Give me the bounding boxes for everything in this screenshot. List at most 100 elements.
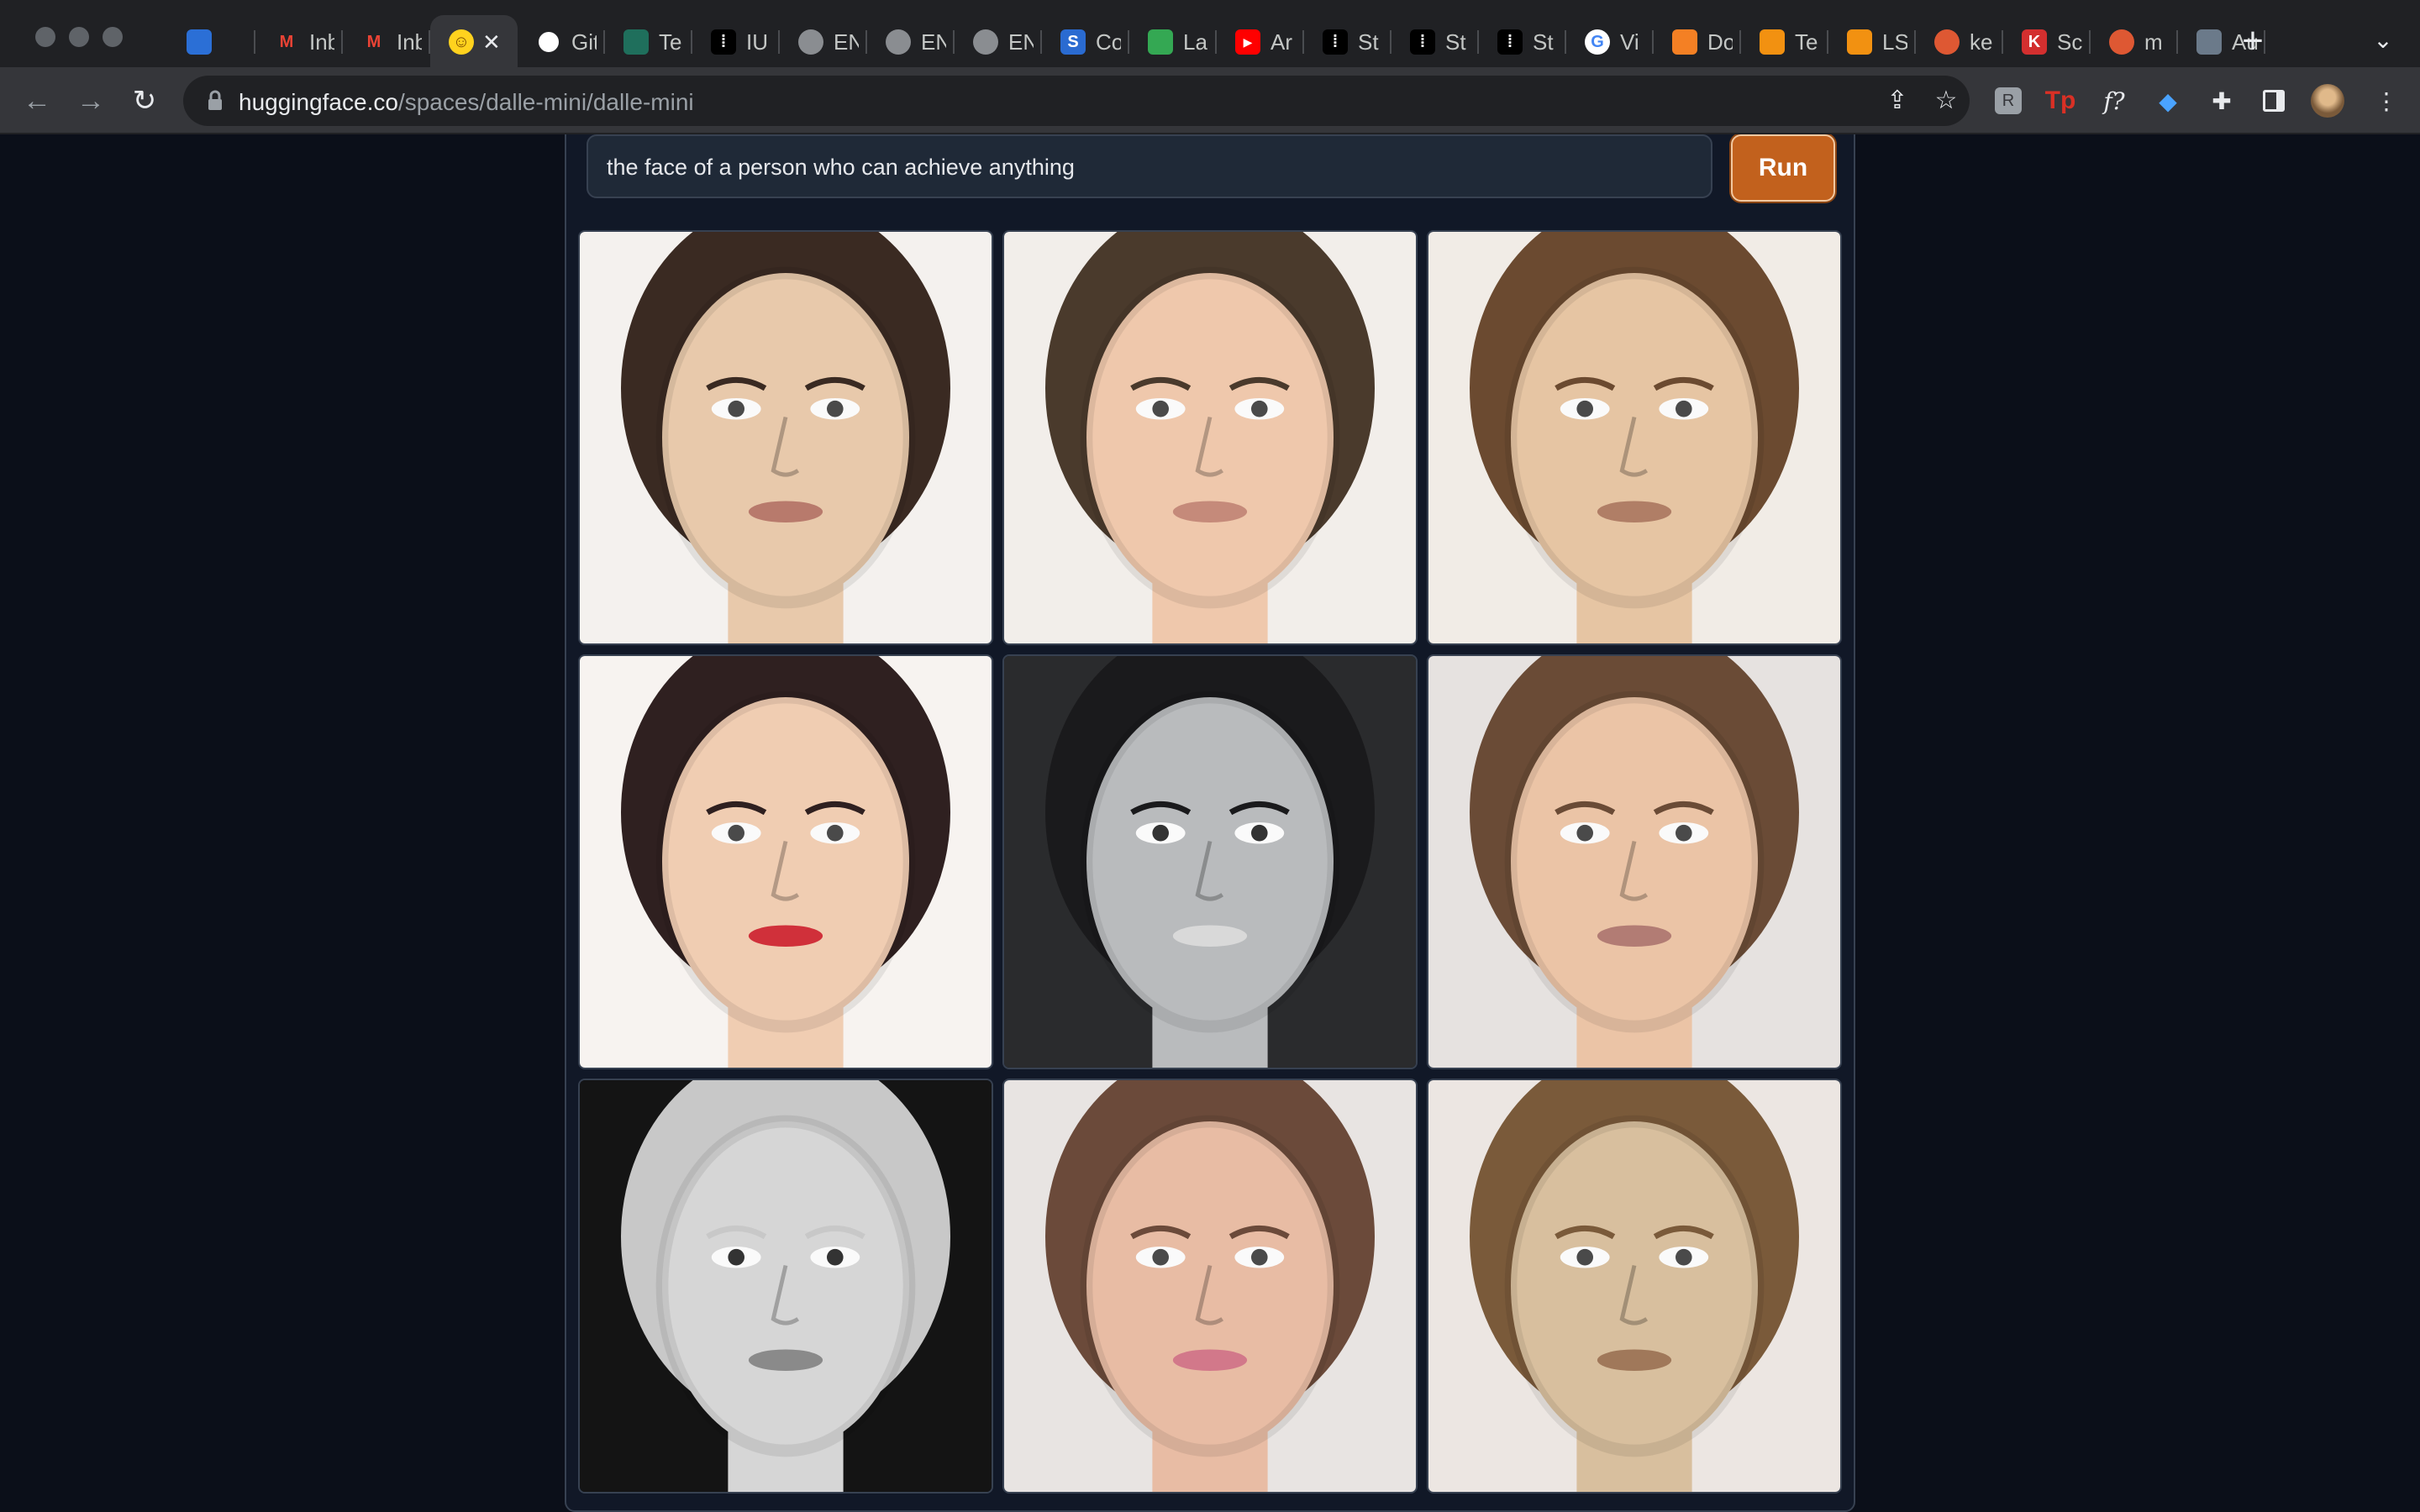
generated-image-9[interactable] — [1427, 1079, 1842, 1494]
window-close-button[interactable] — [35, 27, 55, 47]
browser-tab[interactable]: ⁞ St — [1479, 15, 1566, 69]
orange-book-icon — [1847, 29, 1872, 55]
face-portrait-image — [1428, 1080, 1840, 1492]
lock-icon[interactable] — [203, 89, 227, 113]
extension-r-icon[interactable]: R — [1991, 84, 2025, 118]
browser-tab[interactable]: m — [2091, 15, 2178, 69]
face-portrait-image — [1004, 656, 1416, 1068]
browser-tab[interactable]: S Co — [1042, 15, 1129, 69]
prompt-input[interactable]: the face of a person who can achieve any… — [587, 134, 1712, 198]
extensions-puzzle-icon[interactable]: ✚ — [2205, 84, 2238, 118]
browser-tab[interactable]: ☺ ✕ — [430, 15, 518, 69]
face-portrait-image — [580, 656, 992, 1068]
tab-title: LS — [1882, 29, 1907, 55]
tab-title: St — [1358, 29, 1379, 55]
back-arrow-icon[interactable]: ← — [17, 81, 57, 121]
teal-leaf-icon — [623, 29, 649, 55]
globe-icon — [973, 29, 998, 55]
browser-tab[interactable]: Te — [605, 15, 692, 69]
browser-tab[interactable]: Do — [1654, 15, 1741, 69]
black-dots-icon: ⁞ — [711, 29, 736, 55]
face-portrait-image — [580, 1080, 992, 1492]
tab-title: EN — [1008, 29, 1034, 55]
black-dots-icon: ⁞ — [1410, 29, 1435, 55]
browser-tab[interactable]: LS — [1828, 15, 1916, 69]
black-dots-icon: ⁞ — [1323, 29, 1348, 55]
tab-search-chevron-icon[interactable]: ⌄ — [2366, 24, 2400, 57]
browser-tab[interactable]: ⁞ St — [1392, 15, 1479, 69]
globe-icon — [798, 29, 823, 55]
tab-title: IU — [746, 29, 768, 55]
face-portrait-image — [1004, 1080, 1416, 1492]
tab-title: EN — [921, 29, 946, 55]
browser-tab[interactable]: ⁞ IU — [692, 15, 780, 69]
sapphire-gem-icon — [187, 29, 212, 55]
window-zoom-button[interactable] — [103, 27, 123, 47]
browser-menu-icon[interactable]: ⋮ — [2370, 84, 2403, 118]
tab-title: Inbox — [309, 29, 334, 55]
black-dots-icon: ⁞ — [1497, 29, 1523, 55]
face-portrait-image — [1004, 232, 1416, 643]
tab-title: Co — [1096, 29, 1121, 55]
url-host: huggingface.co — [239, 89, 398, 115]
face-portrait-image — [1428, 232, 1840, 643]
browser-tab[interactable]: K Sc — [2003, 15, 2091, 69]
profile-avatar[interactable] — [2311, 84, 2344, 118]
browser-tab[interactable]: G Vi — [1566, 15, 1654, 69]
tab-title: ke — [1970, 29, 1993, 55]
tab-close-icon[interactable]: ✕ — [482, 29, 501, 55]
google-icon: G — [1585, 29, 1610, 55]
page-content: the face of a person who can achieve any… — [0, 134, 2420, 1512]
side-panel-icon[interactable] — [2257, 84, 2291, 118]
face-portrait-image — [1428, 656, 1840, 1068]
browser-tab[interactable]: EN — [780, 15, 867, 69]
youtube-icon: ▶ — [1235, 29, 1260, 55]
browser-tab[interactable] — [168, 15, 255, 69]
tab-title: Sc — [2057, 29, 2082, 55]
tab-title: EN — [834, 29, 859, 55]
browser-tab[interactable]: Te — [1741, 15, 1828, 69]
extension-gem-icon[interactable]: ◆ — [2151, 84, 2185, 118]
hugging-face-icon: ☺ — [449, 29, 474, 55]
generated-image-5[interactable] — [1002, 654, 1418, 1069]
window-minimize-button[interactable] — [69, 27, 89, 47]
browser-tab[interactable]: M Inbox — [255, 15, 343, 69]
generated-image-2[interactable] — [1002, 230, 1418, 645]
tab-title: Inbox — [397, 29, 422, 55]
orange-book-icon — [1760, 29, 1785, 55]
generated-image-6[interactable] — [1427, 654, 1842, 1069]
generated-image-3[interactable] — [1427, 230, 1842, 645]
tab-title: St — [1445, 29, 1466, 55]
browser-tab[interactable]: EN — [867, 15, 955, 69]
generated-image-8[interactable] — [1002, 1079, 1418, 1494]
generated-image-7[interactable] — [578, 1079, 993, 1494]
picture-icon — [2196, 29, 2222, 55]
generated-image-1[interactable] — [578, 230, 993, 645]
browser-tab[interactable]: ⁞ St — [1304, 15, 1392, 69]
browser-tab[interactable]: EN — [955, 15, 1042, 69]
tab-list: MInboxMInbox☺✕GitHubTe⁞IUENENENSCoLa▶Ar⁞… — [168, 15, 2265, 69]
k-logo-icon: K — [2022, 29, 2047, 55]
url-text[interactable]: huggingface.co/spaces/dalle-mini/dalle-m… — [239, 89, 694, 116]
bookmark-star-icon[interactable]: ☆ — [1931, 86, 1961, 116]
tab-title: Te — [1795, 29, 1818, 55]
browser-tab[interactable]: La — [1129, 15, 1217, 69]
extension-tp-icon[interactable]: Tp — [2044, 84, 2077, 118]
browser-tab[interactable]: ke — [1916, 15, 2003, 69]
browser-tab[interactable]: M Inbox — [343, 15, 430, 69]
orange-arc-icon — [1672, 29, 1697, 55]
forward-arrow-icon[interactable]: → — [71, 81, 111, 121]
tab-title: La — [1183, 29, 1207, 55]
address-bar[interactable]: huggingface.co/spaces/dalle-mini/dalle-m… — [183, 76, 1970, 126]
browser-tab[interactable]: ▶ Ar — [1217, 15, 1304, 69]
new-tab-button[interactable]: + — [2232, 20, 2274, 62]
tab-title: m — [2144, 29, 2163, 55]
browser-tab[interactable]: GitHub — [518, 15, 605, 69]
reload-icon[interactable]: ↻ — [124, 81, 165, 121]
extension-function-icon[interactable]: f? — [2097, 84, 2131, 118]
run-button[interactable]: Run — [1731, 134, 1835, 202]
tab-title: St — [1533, 29, 1554, 55]
share-icon[interactable]: ⇪ — [1882, 86, 1912, 116]
generated-image-4[interactable] — [578, 654, 993, 1069]
tab-title: Te — [659, 29, 682, 55]
